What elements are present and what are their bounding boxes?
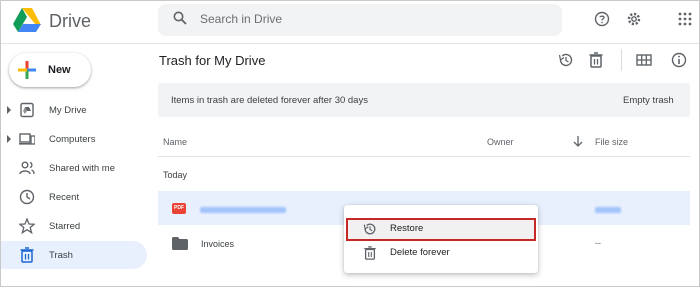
apps-grid-icon[interactable]: [677, 11, 693, 27]
blurred-file-name: [200, 207, 286, 213]
expand-caret-icon[interactable]: [7, 135, 11, 143]
restore-history-icon[interactable]: [558, 52, 574, 68]
new-button-label: New: [48, 64, 71, 76]
grid-view-icon[interactable]: [636, 52, 652, 68]
trash-icon: [20, 247, 34, 263]
empty-trash-button[interactable]: Empty trash: [623, 95, 674, 106]
delete-forever-toolbar-icon[interactable]: [588, 52, 604, 68]
file-size: --: [595, 238, 601, 248]
drive-logo-icon[interactable]: [13, 7, 41, 33]
expand-caret-icon[interactable]: [7, 106, 11, 114]
app-name: Drive: [49, 11, 92, 31]
pdf-icon-label: PDF: [174, 205, 184, 211]
drive-window: Drive Search in Drive New My Drive Compu…: [0, 0, 700, 287]
my-drive-icon: [20, 102, 34, 118]
delete-forever-icon: [364, 246, 376, 260]
sidebar-item-label: My Drive: [49, 105, 87, 116]
shared-icon: [19, 161, 35, 175]
sort-arrow-down-icon[interactable]: [573, 136, 583, 147]
column-header-file-size[interactable]: File size: [595, 137, 628, 147]
column-header-name[interactable]: Name: [163, 137, 187, 147]
star-icon: [19, 218, 35, 234]
help-icon[interactable]: [594, 11, 610, 27]
toolbar-divider: [621, 49, 622, 71]
clock-icon: [19, 189, 35, 205]
banner-text: Items in trash are deleted forever after…: [171, 95, 368, 106]
search-icon[interactable]: [173, 11, 187, 25]
sidebar-item-label: Computers: [49, 134, 96, 145]
settings-icon[interactable]: [626, 11, 642, 27]
file-name: Invoices: [201, 239, 235, 249]
section-today: Today: [163, 170, 188, 180]
page-title: Trash for My Drive: [159, 53, 266, 68]
sidebar-item-label: Shared with me: [49, 163, 116, 174]
sidebar-item-label: Recent: [49, 192, 80, 203]
plus-icon: [18, 61, 36, 79]
sidebar-item-label: Starred: [49, 221, 81, 232]
column-header-owner[interactable]: Owner: [487, 137, 514, 147]
sidebar-item-label: Trash: [49, 250, 73, 261]
menu-item-label: Delete forever: [390, 247, 450, 258]
menu-item-label: Restore: [390, 223, 424, 234]
restore-icon: [363, 223, 376, 235]
blurred-file-size: [595, 207, 621, 213]
computers-icon: [19, 133, 35, 145]
header-divider: [158, 156, 690, 157]
folder-icon: [172, 237, 188, 250]
search-input[interactable]: Search in Drive: [200, 12, 282, 26]
info-icon[interactable]: [671, 52, 687, 68]
